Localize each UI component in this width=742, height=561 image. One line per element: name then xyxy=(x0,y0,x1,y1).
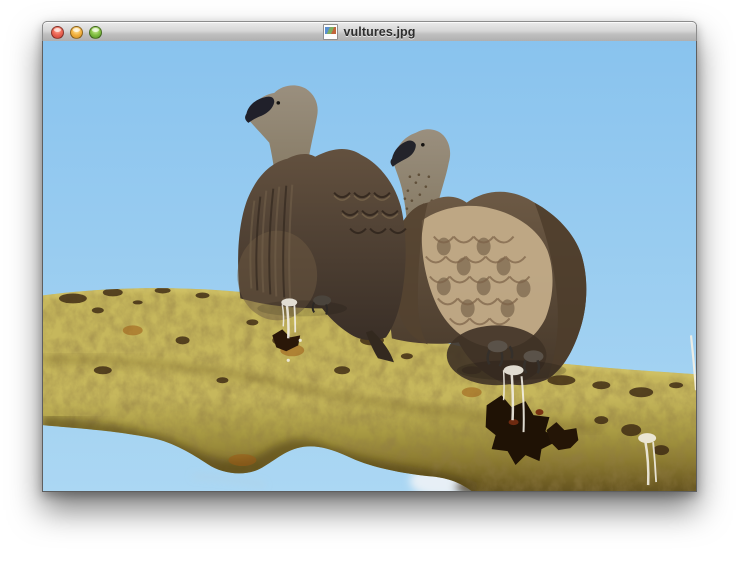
vulture-left-shadow xyxy=(257,300,347,316)
vulture-right-eye xyxy=(421,143,425,147)
vulture-left-eye xyxy=(276,101,280,105)
window-controls xyxy=(51,26,102,39)
zoom-button[interactable] xyxy=(89,26,102,39)
document-proxy-icon[interactable] xyxy=(323,24,338,40)
screenshot: vultures.jpg xyxy=(0,0,742,561)
window-title: vultures.jpg xyxy=(343,25,415,39)
minimize-button[interactable] xyxy=(70,26,83,39)
window-titlebar[interactable]: vultures.jpg xyxy=(42,21,697,43)
image-content-area xyxy=(42,41,697,492)
image-viewer-window: vultures.jpg xyxy=(42,21,697,492)
photo-vultures xyxy=(43,41,696,491)
close-button[interactable] xyxy=(51,26,64,39)
window-title-group: vultures.jpg xyxy=(323,24,415,40)
